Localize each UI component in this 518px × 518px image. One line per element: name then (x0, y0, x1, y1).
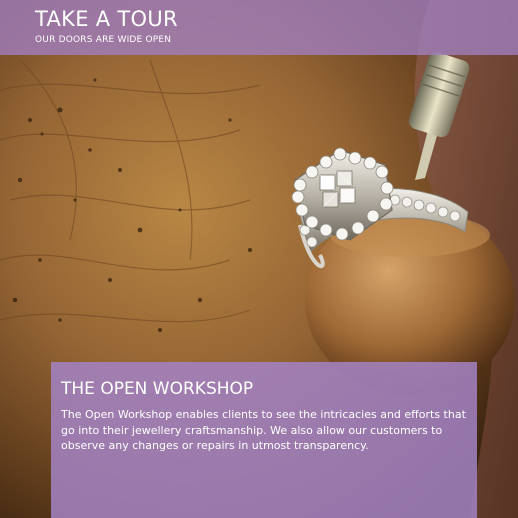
info-panel: THE OPEN WORKSHOP The Open Workshop enab… (51, 362, 477, 518)
page-title: TAKE A TOUR (35, 7, 178, 31)
info-panel-body: The Open Workshop enables clients to see… (61, 408, 466, 452)
header-banner: TAKE A TOUR OUR DOORS ARE WIDE OPEN (0, 0, 518, 55)
page-subtitle: OUR DOORS ARE WIDE OPEN (35, 35, 172, 45)
tour-page: TAKE A TOUR OUR DOORS ARE WIDE OPEN THE … (0, 0, 518, 518)
info-panel-title: THE OPEN WORKSHOP (61, 379, 254, 399)
